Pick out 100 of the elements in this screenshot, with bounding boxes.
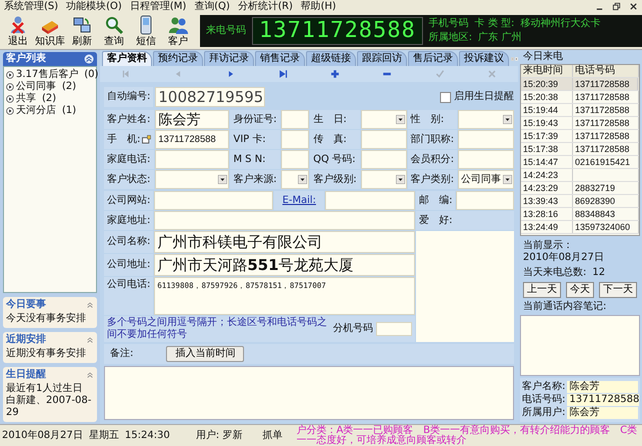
table-row[interactable]: 15:19:43 13711728588 — [521, 117, 639, 130]
input-field[interactable]: 陈会芳 — [567, 381, 638, 393]
restore-icon[interactable] — [612, 2, 621, 11]
tab[interactable]: 销售记录 — [255, 51, 305, 66]
dropdown-field[interactable] — [360, 170, 407, 189]
tab[interactable]: 预约记录 — [153, 51, 203, 66]
input-field[interactable] — [154, 211, 415, 230]
exit-icon — [8, 14, 28, 34]
input-field[interactable]: 13711728588 — [567, 394, 640, 406]
dropdown-field[interactable] — [155, 170, 230, 189]
insert-time-button[interactable]: 插入当前时间 — [166, 346, 244, 362]
toolbar-button[interactable]: 知识库 — [34, 13, 66, 49]
checkbox[interactable] — [440, 92, 451, 102]
text-area[interactable] — [416, 231, 514, 342]
panel-text: 白新建、2007-08-29 — [6, 395, 92, 419]
tree-item[interactable]: 共享 (2) — [6, 93, 94, 105]
collapse-icon[interactable] — [86, 301, 94, 309]
table-row[interactable]: 15:20:38 13711728588 — [521, 91, 639, 104]
table-row[interactable]: 14:23:29 28832719 — [521, 182, 639, 195]
field-label: VIP 卡: — [230, 130, 280, 149]
input-field[interactable] — [280, 110, 310, 129]
input-field[interactable] — [325, 191, 415, 210]
toolbar-button[interactable]: 查询 — [98, 13, 130, 49]
table-cell: 13711728588 — [573, 91, 639, 103]
dropdown-arrow-icon — [218, 175, 228, 184]
input-field[interactable]: 陈会芳 — [155, 110, 230, 129]
close-icon[interactable] — [629, 2, 638, 11]
table-row[interactable]: 15:14:47 02161915421 — [521, 156, 639, 169]
menu-item[interactable]: 系统管理(S) — [4, 0, 58, 12]
field-label: 客户姓名: — [104, 110, 154, 129]
input-field[interactable]: 广州市科镁电子有限公司 — [154, 231, 415, 253]
input-field[interactable]: 10082719595 — [155, 87, 266, 107]
input-field[interactable]: 广州市天河路551号龙苑大厦 — [154, 254, 415, 276]
menu-item[interactable]: 帮助(H) — [300, 0, 336, 12]
day-button[interactable]: 上一天 — [523, 282, 561, 298]
tree-item[interactable]: 天河分店 (1) — [6, 105, 94, 117]
table-row[interactable]: 15:17:38 13711728588 — [521, 143, 639, 156]
input-field[interactable] — [458, 150, 514, 169]
toolbar-button[interactable]: 短信 — [130, 13, 162, 49]
last-icon[interactable] — [278, 69, 288, 79]
table-row[interactable]: 13:24:49 13597324060 — [521, 221, 639, 234]
field-label: 邮 编: — [416, 191, 456, 210]
notes-area[interactable] — [104, 366, 514, 420]
dropdown-field[interactable] — [280, 170, 310, 189]
dropdown-field[interactable] — [458, 110, 514, 129]
input-field[interactable] — [458, 130, 514, 149]
dropdown-field[interactable]: 公司同事 — [458, 170, 514, 189]
table-row[interactable]: 13:39:43 86928390 — [521, 195, 639, 208]
tab[interactable]: 拜访记录 — [204, 51, 254, 66]
menu-item[interactable]: 查询(Q) — [194, 0, 230, 12]
email-link[interactable]: E-Mail: — [274, 191, 324, 210]
day-button[interactable]: 今天 — [566, 282, 594, 298]
input-field[interactable] — [280, 150, 310, 169]
table-row[interactable]: 13:28:16 88348843 — [521, 208, 639, 221]
day-button[interactable]: 下一天 — [599, 282, 637, 298]
dropdown-field[interactable] — [360, 110, 407, 129]
notes-area[interactable] — [520, 315, 640, 376]
table-cell: 13597324060 — [573, 221, 639, 233]
collapse-icon[interactable] — [86, 336, 94, 344]
table-row[interactable]: 14:24:23 — [521, 169, 639, 182]
input-field[interactable] — [155, 150, 230, 169]
field-label: M S N: — [230, 150, 280, 169]
menu-item[interactable]: 日程管理(M) — [130, 0, 186, 12]
field-label: 客户级别: — [310, 170, 360, 189]
input-field[interactable] — [360, 150, 407, 169]
toolbar-button[interactable]: 刷新 — [66, 13, 98, 49]
tab[interactable]: 跟踪回访 — [357, 51, 407, 66]
tab[interactable]: 售后记录 — [408, 51, 458, 66]
column-header[interactable]: 电话号码 — [573, 65, 639, 77]
caller-label: 来电号码 — [206, 25, 246, 37]
checkbox-row[interactable]: 启用生日提醒 — [440, 91, 514, 103]
toolbar-button[interactable]: 退出 — [2, 13, 34, 49]
field-label: 生 日: — [310, 110, 360, 129]
menu-item[interactable]: 分析统计(R) — [238, 0, 293, 12]
input-field[interactable] — [154, 191, 274, 210]
tree-item[interactable]: 公司同事 (2) — [6, 81, 94, 93]
table-row[interactable]: 15:20:39 13711728588 — [521, 78, 639, 91]
input-field[interactable] — [280, 130, 310, 149]
collapse-icon[interactable] — [86, 371, 94, 379]
dropdown-arrow-icon — [396, 175, 405, 184]
input-field[interactable] — [376, 322, 412, 336]
collapse-icon[interactable] — [84, 54, 94, 64]
tab[interactable]: 投诉建议 — [459, 51, 509, 66]
toolbar-button[interactable]: 客户 — [162, 13, 194, 49]
menu-item[interactable]: 功能模块(O) — [66, 0, 122, 12]
table-row[interactable]: 15:19:44 13711728588 — [521, 104, 639, 117]
input-field[interactable]: 13711728588 — [155, 130, 230, 149]
input-field[interactable] — [456, 191, 514, 210]
field-label: 手 机: — [104, 130, 154, 149]
caller-info-text: 移动神州行大众卡 — [520, 18, 600, 30]
field-label: 客户来源: — [230, 170, 280, 189]
tab[interactable]: 超级链接 — [306, 51, 356, 66]
input-field[interactable]: 陈会芳 — [567, 407, 638, 419]
table-cell: 15:14:47 — [521, 156, 573, 168]
bullet-icon — [6, 83, 14, 91]
plus-icon[interactable] — [330, 69, 340, 79]
table-row[interactable]: 15:17:39 13711728588 — [521, 130, 639, 143]
input-field[interactable] — [360, 130, 407, 149]
column-header[interactable]: 来电时间 — [521, 65, 573, 77]
tab[interactable]: 客户资料 — [102, 51, 152, 66]
